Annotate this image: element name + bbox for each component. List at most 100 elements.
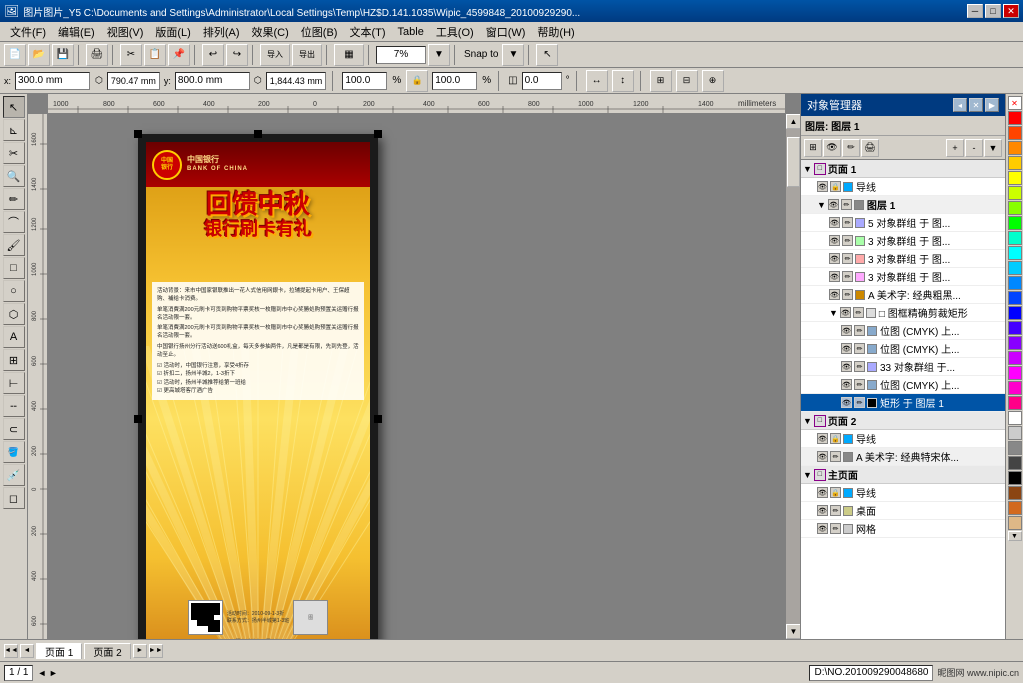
color-swatch-13[interactable] — [1008, 306, 1022, 320]
table-tool[interactable]: ⊞ — [3, 349, 25, 371]
maximize-button[interactable]: □ — [985, 4, 1001, 18]
dimensions-tool[interactable]: ⊢ — [3, 372, 25, 394]
y-input[interactable] — [175, 72, 250, 90]
menu-tools[interactable]: 工具(O) — [430, 23, 480, 41]
tree-grid[interactable]: 👁 ✏ 网格 — [801, 520, 1005, 538]
color-swatch-17[interactable] — [1008, 366, 1022, 380]
menu-arrange[interactable]: 排列(A) — [197, 23, 246, 41]
tree-layer1[interactable]: ▼ 👁 ✏ 图层 1 — [801, 196, 1005, 214]
color-swatch-7[interactable] — [1008, 216, 1022, 230]
tree-obj-group3a[interactable]: 👁 ✏ 3 对象群组 于 图... — [801, 232, 1005, 250]
tree-guide2[interactable]: 👁 🔒 导线 — [801, 430, 1005, 448]
menu-window[interactable]: 窗口(W) — [480, 23, 532, 41]
tree-page1[interactable]: ▼ □ 页面 1 — [801, 160, 1005, 178]
rect-tool[interactable]: □ — [3, 257, 25, 279]
palette-no-fill[interactable]: ✕ — [1008, 96, 1022, 110]
menu-text[interactable]: 文本(T) — [343, 23, 391, 41]
tree-page2[interactable]: ▼ □ 页面 2 — [801, 412, 1005, 430]
lock-proportions-btn[interactable]: 🔒 — [406, 70, 428, 92]
x-input[interactable] — [15, 72, 90, 90]
tree-masterpage[interactable]: ▼ □ 主页面 — [801, 466, 1005, 484]
page-tab-1[interactable]: 页面 1 — [36, 643, 82, 659]
close-button[interactable]: ✕ — [1003, 4, 1019, 18]
cut-btn[interactable]: ✂ — [120, 44, 142, 66]
tree-obj-rect[interactable]: 👁 ✏ 矩形 于 图层 1 — [801, 394, 1005, 412]
tree-masterguide[interactable]: 👁 🔒 导线 — [801, 484, 1005, 502]
obj-tb-layers-btn[interactable]: ⊞ — [804, 139, 822, 157]
obj-tb-del-layer-btn[interactable]: - — [965, 139, 983, 157]
page-prev-btn[interactable]: ◄ — [20, 644, 34, 658]
page-next-btn[interactable]: ► — [133, 644, 147, 658]
obj-tb-new-layer-btn[interactable]: + — [946, 139, 964, 157]
color-swatch-1[interactable] — [1008, 126, 1022, 140]
color-swatch-14[interactable] — [1008, 321, 1022, 335]
tree-desktop[interactable]: 👁 ✏ 桌面 — [801, 502, 1005, 520]
import-btn[interactable]: 导入 — [260, 44, 290, 66]
tree-obj-bitmap3[interactable]: 👁 ✏ 位图 (CMYK) 上... — [801, 376, 1005, 394]
color-swatch-12[interactable] — [1008, 291, 1022, 305]
tree-obj-frame[interactable]: ▼ 👁 ✏ □ 图框精确剪裁矩形 — [801, 304, 1005, 322]
tree-obj-group5[interactable]: 👁 ✏ 5 对象群组 于 图... — [801, 214, 1005, 232]
page-last-btn[interactable]: ►► — [149, 644, 163, 658]
scroll-down-btn[interactable]: ▼ — [786, 624, 800, 639]
menu-help[interactable]: 帮助(H) — [531, 23, 580, 41]
color-swatch-0[interactable] — [1008, 111, 1022, 125]
obj-tb-more-btn[interactable]: ▼ — [984, 139, 1002, 157]
tree-guide1[interactable]: 👁 🔒 导线 — [801, 178, 1005, 196]
color-swatch-19[interactable] — [1008, 396, 1022, 410]
vscrollbar[interactable]: ▲ ▼ — [785, 114, 800, 639]
snap-to-dropdown[interactable]: ▼ — [502, 44, 524, 66]
document-container[interactable]: .ray { stroke: #fff6a0; stroke-width: 1;… — [138, 134, 378, 639]
copy-btn[interactable]: 📋 — [144, 44, 166, 66]
mirror-h-btn[interactable]: ↔ — [586, 70, 608, 92]
color-swatch-9[interactable] — [1008, 246, 1022, 260]
color-swatch-2[interactable] — [1008, 141, 1022, 155]
page-tab-2[interactable]: 页面 2 — [84, 643, 130, 659]
print-btn[interactable]: 🖨 — [86, 44, 108, 66]
color-scroll-down[interactable]: ▼ — [1008, 531, 1022, 541]
color-swatch-6[interactable] — [1008, 201, 1022, 215]
color-swatch-8[interactable] — [1008, 231, 1022, 245]
color-swatch-10[interactable] — [1008, 261, 1022, 275]
obj-tb-view-btn[interactable]: 👁 — [823, 139, 841, 157]
color-swatch-25[interactable] — [1008, 486, 1022, 500]
obj-tree[interactable]: ▼ □ 页面 1 👁 🔒 导线 ▼ 👁 ✏ 图层 1 👁 — [801, 160, 1005, 639]
menu-view[interactable]: 视图(V) — [101, 23, 150, 41]
selection-handle-tl[interactable] — [134, 130, 142, 138]
blend-tool[interactable]: ⊂ — [3, 418, 25, 440]
open-btn[interactable]: 📂 — [28, 44, 50, 66]
tree-obj-text[interactable]: 👁 ✏ A 美术字: 经典粗黑... — [801, 286, 1005, 304]
crop-tool[interactable]: ✂ — [3, 142, 25, 164]
obj-tb-edit-btn[interactable]: ✏ — [842, 139, 860, 157]
freehand-tool[interactable]: ✏ — [3, 188, 25, 210]
connector-tool[interactable]: ╌ — [3, 395, 25, 417]
page-first-btn[interactable]: ◄◄ — [4, 644, 18, 658]
canvas-area[interactable]: 1000 800 600 400 200 0 200 400 600 800 — [28, 94, 800, 639]
shape-tool[interactable]: ⊾ — [3, 119, 25, 141]
menu-bitmap[interactable]: 位图(B) — [295, 23, 344, 41]
color-swatch-23[interactable] — [1008, 456, 1022, 470]
zoom-input[interactable] — [376, 46, 426, 64]
menu-table[interactable]: Table — [392, 25, 430, 39]
app-launcher-btn[interactable]: ▦ — [334, 44, 364, 66]
outline-tool[interactable]: ◻ — [3, 487, 25, 509]
canvas-content[interactable]: .ray { stroke: #fff6a0; stroke-width: 1;… — [48, 114, 785, 639]
minimize-button[interactable]: ─ — [967, 4, 983, 18]
obj-tb-print-btn[interactable]: 🖨 — [861, 139, 879, 157]
scroll-up-btn[interactable]: ▲ — [786, 114, 800, 129]
new-btn[interactable]: 📄 — [4, 44, 26, 66]
color-swatch-27[interactable] — [1008, 516, 1022, 530]
cursor-btn[interactable]: ↖ — [536, 44, 558, 66]
color-swatch-22[interactable] — [1008, 441, 1022, 455]
redo-btn[interactable]: ↪ — [226, 44, 248, 66]
color-swatch-16[interactable] — [1008, 351, 1022, 365]
save-btn[interactable]: 💾 — [52, 44, 74, 66]
bezier-tool[interactable]: ⌒ — [3, 211, 25, 233]
color-swatch-24[interactable] — [1008, 471, 1022, 485]
transform3-btn[interactable]: ⊕ — [702, 70, 724, 92]
eyedropper-tool[interactable]: 💉 — [3, 464, 25, 486]
tree-obj-group33[interactable]: 👁 ✏ 33 对象群组 于... — [801, 358, 1005, 376]
menu-edit[interactable]: 编辑(E) — [52, 23, 101, 41]
menu-layout[interactable]: 版面(L) — [149, 23, 196, 41]
color-swatch-18[interactable] — [1008, 381, 1022, 395]
